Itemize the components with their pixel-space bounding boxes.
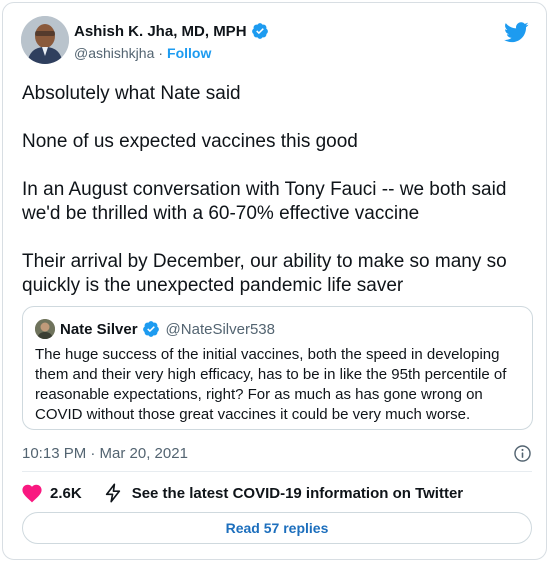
- read-replies-button[interactable]: Read 57 replies: [22, 512, 532, 544]
- author-handle-row: @ashishkjha · Follow: [74, 45, 211, 61]
- tweet-actions: 2.6K See the latest COVID-19 information…: [22, 482, 463, 504]
- author-avatar[interactable]: [21, 16, 69, 64]
- author-name-row[interactable]: Ashish K. Jha, MD, MPH: [74, 22, 269, 40]
- author-handle[interactable]: @ashishkjha: [74, 45, 154, 61]
- handle-separator: ·: [158, 45, 164, 61]
- lightning-icon: [105, 483, 120, 503]
- quoted-avatar-photo: [35, 319, 55, 339]
- heart-icon: [22, 484, 42, 502]
- tweet-text: Absolutely what Nate said None of us exp…: [22, 83, 507, 296]
- quoted-author-name: Nate Silver: [60, 320, 138, 338]
- like-count: 2.6K: [50, 484, 82, 502]
- quoted-author-handle: @NateSilver538: [165, 320, 275, 338]
- like-button[interactable]: 2.6K: [22, 484, 82, 503]
- tweet-meta: 10:13 PM · Mar 20, 2021: [22, 443, 532, 463]
- avatar-photo: [21, 16, 69, 64]
- covid-info-link[interactable]: See the latest COVID-19 information on T…: [104, 483, 463, 503]
- quoted-author-avatar: [35, 319, 55, 339]
- quoted-tweet-text: The huge success of the initial vaccines…: [35, 346, 507, 423]
- twitter-bird-icon[interactable]: [504, 22, 529, 43]
- follow-button[interactable]: Follow: [167, 45, 211, 61]
- covid-info-label: See the latest COVID-19 information on T…: [131, 484, 464, 502]
- divider: [22, 471, 532, 472]
- verified-badge-icon: [251, 23, 268, 39]
- verified-badge-icon: [142, 321, 159, 337]
- info-icon[interactable]: [513, 444, 532, 463]
- author-name[interactable]: Ashish K. Jha, MD, MPH: [74, 23, 247, 40]
- quoted-header: Nate Silver @NateSilver538: [60, 320, 275, 338]
- quoted-tweet[interactable]: Nate Silver @NateSilver538 The huge succ…: [22, 306, 533, 430]
- tweet-timestamp[interactable]: 10:13 PM · Mar 20, 2021: [22, 445, 188, 462]
- tweet-card: Ashish K. Jha, MD, MPH @ashishkjha · Fol…: [2, 2, 547, 560]
